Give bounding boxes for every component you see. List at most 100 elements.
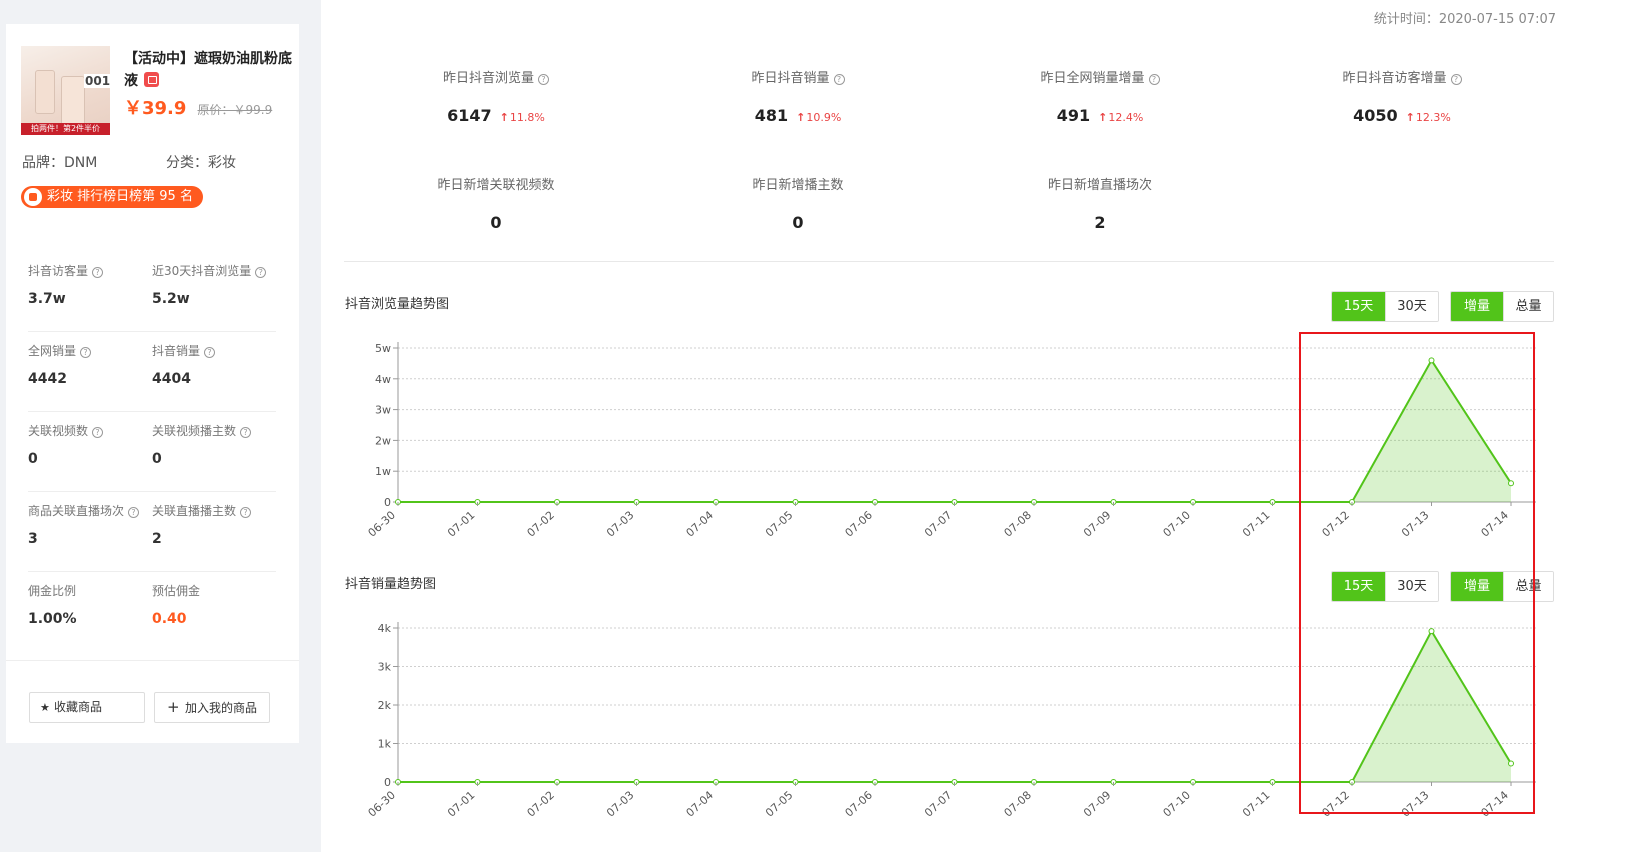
rank-text: 彩妆 排行榜日榜第 95 名 xyxy=(47,189,193,204)
y-tick-label: 0 xyxy=(384,496,391,509)
kpi-label: 昨日抖音销量 xyxy=(751,71,830,86)
views-range-toggle: 15天 30天 xyxy=(1331,291,1439,322)
stat-douyin-visitors: 抖音访客量? 3.7w xyxy=(28,262,104,307)
kpi-douyin-views: 昨日抖音浏览量? 6147 11.8% xyxy=(346,67,646,125)
product-card: 001 拍两件！第2件半价 【活动中】遮瑕奶油肌粉底液 ￥39.9 原价：￥99… xyxy=(6,24,299,743)
total-button[interactable]: 总量 xyxy=(1503,292,1553,321)
y-tick-label: 4k xyxy=(378,622,392,635)
product-image[interactable]: 001 拍两件！第2件半价 xyxy=(21,46,110,135)
stat-time: 统计时间：2020-07-15 07:07 xyxy=(1373,12,1556,27)
kpi-change: 12.4% xyxy=(1098,111,1143,124)
stat-related-video-creators: 关联视频播主数? 0 xyxy=(152,422,252,467)
rank-badge[interactable]: 彩妆 排行榜日榜第 95 名 xyxy=(21,186,203,208)
stat-label: 抖音销量 xyxy=(152,344,201,358)
increment-button[interactable]: 增量 xyxy=(1451,292,1503,321)
annotation-highlight-box xyxy=(1299,332,1535,814)
x-tick-label: 06-30 xyxy=(366,789,398,820)
stat-total-sales: 全网销量? 4442 xyxy=(28,342,92,387)
favorite-button[interactable]: ★ 收藏商品 xyxy=(29,692,145,723)
x-tick-label: 07-07 xyxy=(922,789,954,820)
stat-value: 5.2w xyxy=(152,291,190,307)
y-tick-label: 3w xyxy=(375,404,391,417)
x-tick-label: 07-01 xyxy=(445,509,477,540)
divider xyxy=(344,261,1554,262)
stat-value: 3 xyxy=(28,531,38,547)
x-tick-label: 07-03 xyxy=(604,509,636,540)
views-chart-title: 抖音浏览量趋势图 xyxy=(345,297,450,312)
help-icon[interactable]: ? xyxy=(92,267,104,278)
kpi-visitors-increment: 昨日抖音访客增量? 4050 12.3% xyxy=(1252,67,1552,125)
kpi-change: 11.8% xyxy=(500,111,545,124)
brand-label: 品牌：DNM xyxy=(22,155,98,171)
y-tick-label: 4w xyxy=(375,373,391,386)
kpi-value: 0 xyxy=(490,213,502,232)
stat-label: 商品关联直播场次 xyxy=(28,504,125,518)
kpi-value: 481 xyxy=(754,106,789,125)
stat-row: 商品关联直播场次? 3 关联直播播主数? 2 xyxy=(28,492,276,572)
help-icon[interactable]: ? xyxy=(538,74,549,85)
help-icon[interactable]: ? xyxy=(833,74,845,85)
star-icon: ★ xyxy=(40,701,50,714)
kpi-value: 491 xyxy=(1056,106,1091,125)
stat-value: 3.7w xyxy=(28,291,66,307)
help-icon[interactable]: ? xyxy=(255,267,267,278)
product-image-promo: 拍两件！第2件半价 xyxy=(21,123,110,135)
y-tick-label: 5w xyxy=(375,342,391,355)
stat-estimated-commission: 预估佣金 0.40 xyxy=(152,582,200,627)
x-tick-label: 07-09 xyxy=(1081,509,1113,540)
kpi-label: 昨日全网销量增量 xyxy=(1040,71,1145,86)
help-icon[interactable]: ? xyxy=(92,427,104,438)
stat-label: 近30天抖音浏览量 xyxy=(152,264,252,278)
help-icon[interactable]: ? xyxy=(1148,74,1160,85)
stat-value: 1.00% xyxy=(28,611,77,627)
y-tick-label: 1w xyxy=(375,465,391,478)
x-tick-label: 06-30 xyxy=(366,509,398,540)
stat-douyin-sales: 抖音销量? 4404 xyxy=(152,342,216,387)
favorite-button-label: 收藏商品 xyxy=(54,700,103,714)
x-tick-label: 07-05 xyxy=(763,509,795,540)
range-15-days-button[interactable]: 15天 xyxy=(1332,292,1385,321)
stat-row: 抖音访客量? 3.7w 近30天抖音浏览量? 5.2w xyxy=(28,252,276,332)
x-tick-label: 07-06 xyxy=(843,789,875,820)
add-button-label: 加入我的商品 xyxy=(185,701,258,715)
kpi-label: 昨日新增关联视频数 xyxy=(437,178,555,193)
kpi-new-live-sessions: 昨日新增直播场次 2 xyxy=(950,174,1250,232)
kpi-value: 4050 xyxy=(1353,106,1398,125)
stat-related-videos: 关联视频数? 0 xyxy=(28,422,104,467)
help-icon[interactable]: ? xyxy=(80,347,92,358)
help-icon[interactable]: ? xyxy=(240,427,252,438)
x-tick-label: 07-11 xyxy=(1240,789,1272,820)
x-tick-label: 07-02 xyxy=(525,509,557,540)
range-30-days-button[interactable]: 30天 xyxy=(1385,292,1438,321)
help-icon[interactable]: ? xyxy=(204,347,216,358)
stat-label: 抖音访客量 xyxy=(28,264,89,278)
product-stats-grid: 抖音访客量? 3.7w 近30天抖音浏览量? 5.2w 全网销量? 4442 抖… xyxy=(28,252,276,652)
kpi-label: 昨日新增直播场次 xyxy=(1047,178,1152,193)
stat-value: 0 xyxy=(152,451,162,467)
help-icon[interactable]: ? xyxy=(128,507,140,518)
kpi-label: 昨日抖音访客增量 xyxy=(1342,71,1447,86)
product-title[interactable]: 【活动中】遮瑕奶油肌粉底液 xyxy=(124,48,294,92)
divider xyxy=(6,660,299,661)
stat-value: 4404 xyxy=(152,371,191,387)
kpi-label: 昨日抖音浏览量 xyxy=(442,71,534,86)
y-tick-label: 2w xyxy=(375,434,391,447)
kpi-douyin-sales: 昨日抖音销量? 481 10.9% xyxy=(648,67,948,125)
x-tick-label: 07-05 xyxy=(763,789,795,820)
kpi-total-sales-increment: 昨日全网销量增量? 491 12.4% xyxy=(950,67,1250,125)
x-tick-label: 07-10 xyxy=(1161,789,1193,820)
help-icon[interactable]: ? xyxy=(1450,74,1462,85)
stat-label: 关联视频播主数 xyxy=(152,424,237,438)
stat-value: 2 xyxy=(152,531,162,547)
x-tick-label: 07-08 xyxy=(1002,509,1034,540)
help-icon[interactable]: ? xyxy=(240,507,252,518)
stat-live-hosts: 关联直播播主数? 2 xyxy=(152,502,252,547)
analytics-panel: 统计时间：2020-07-15 07:07 昨日抖音浏览量? 6147 11.8%… xyxy=(321,0,1628,852)
bottle-graphic xyxy=(35,70,55,114)
stat-label: 佣金比例 xyxy=(28,584,77,598)
x-tick-label: 07-06 xyxy=(843,509,875,540)
shop-icon[interactable] xyxy=(144,72,159,87)
stat-30day-views: 近30天抖音浏览量? 5.2w xyxy=(152,262,267,307)
add-to-my-products-button[interactable]: + 加入我的商品 xyxy=(154,692,270,723)
views-mode-toggle: 增量 总量 xyxy=(1450,291,1554,322)
